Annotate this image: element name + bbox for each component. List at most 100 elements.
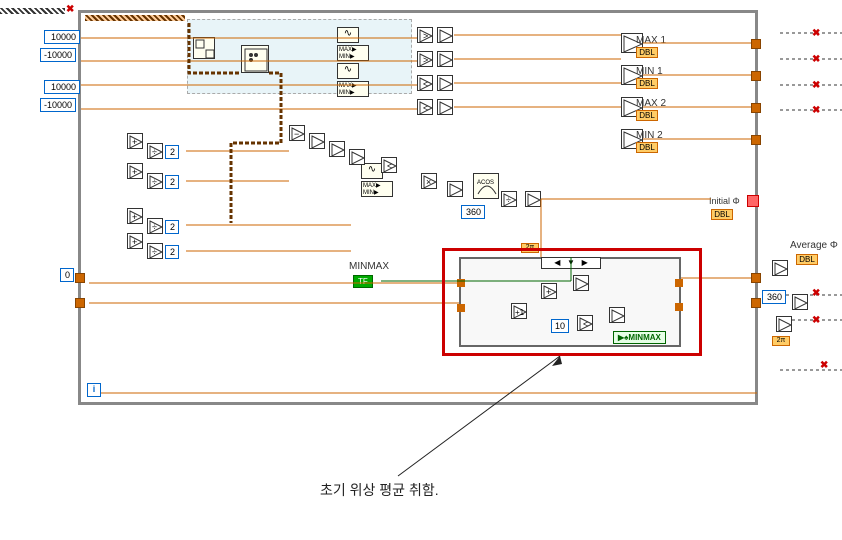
svg-text:÷: ÷	[152, 147, 157, 157]
svg-text:÷: ÷	[152, 247, 157, 257]
divide-node	[447, 181, 463, 197]
svg-text:ACOS: ACOS	[477, 180, 494, 186]
svg-text:+: +	[132, 137, 137, 147]
multiply-node: ×	[421, 173, 437, 189]
unbundle-block	[193, 37, 215, 59]
svg-text:+: +	[132, 167, 137, 177]
index-array-block	[241, 45, 269, 73]
dbl-indicator: DBL	[796, 254, 818, 265]
max-min-block: MAX▶MIN▶	[361, 181, 393, 197]
compare-node: <	[381, 157, 397, 173]
break-icon: ✖	[812, 105, 820, 116]
min1-label: MIN 1	[636, 66, 663, 77]
minmax-boolean-control[interactable]: TF	[353, 275, 373, 288]
divide-node	[792, 294, 808, 310]
compare-node: <	[417, 75, 433, 91]
subtract-node	[309, 133, 325, 149]
svg-text:÷: ÷	[152, 222, 157, 232]
arith-node	[776, 316, 792, 332]
divide-node: ÷	[147, 173, 163, 189]
max-min-block: MAX▶MIN▶	[337, 45, 369, 61]
break-icon: ✖	[812, 80, 820, 91]
sine-wave-icon: ∿	[337, 27, 359, 43]
break-icon: ✖	[812, 315, 820, 326]
shift-register	[75, 298, 85, 308]
svg-text:<: <	[387, 161, 392, 171]
svg-text:>: >	[423, 31, 428, 41]
constant-two: 2	[165, 220, 179, 234]
add-node: +	[127, 208, 143, 224]
average-phi-label: Average Φ	[790, 240, 838, 251]
compare-node: >	[417, 51, 433, 67]
annotation-arrow	[360, 356, 580, 486]
max2-label: MAX 2	[636, 98, 666, 109]
constant-two: 2	[165, 145, 179, 159]
hatch-strip	[0, 8, 65, 14]
compare-node	[437, 51, 453, 67]
dbl-indicator: DBL	[636, 110, 658, 121]
svg-text:+: +	[132, 237, 137, 247]
max1-label: MAX 1	[636, 35, 666, 46]
divide-node: ÷	[147, 243, 163, 259]
constant-10000: 10000	[44, 80, 80, 94]
stop-icon	[747, 195, 759, 207]
divide-node: ÷	[147, 218, 163, 234]
iteration-terminal: i	[87, 383, 101, 397]
constant-zero: 0	[60, 268, 74, 282]
tunnel	[751, 71, 761, 81]
sine-wave-icon: ∿	[337, 63, 359, 79]
subtract-node	[349, 149, 365, 165]
dbl-indicator: DBL	[636, 47, 658, 58]
constant-360: 360	[461, 205, 485, 219]
constant-two: 2	[165, 245, 179, 259]
divide-node: ÷	[501, 191, 517, 207]
add-node: +	[127, 233, 143, 249]
max-min-block: MAX▶MIN▶	[337, 81, 369, 97]
break-icon: ✖	[812, 28, 820, 39]
output-dashed-wires	[780, 0, 842, 420]
svg-text:÷: ÷	[506, 195, 511, 205]
dbl-indicator: DBL	[711, 209, 733, 220]
multiply-node	[525, 191, 541, 207]
highlight-annotation-box	[442, 248, 702, 356]
compare-node	[437, 75, 453, 91]
shift-register	[751, 298, 761, 308]
compare-node	[437, 27, 453, 43]
constant-neg10000: -10000	[40, 48, 76, 62]
svg-text:×: ×	[426, 177, 431, 187]
tunnel	[751, 39, 761, 49]
shift-register	[75, 273, 85, 283]
compare-node: >	[417, 27, 433, 43]
annotation-text: 초기 위상 평균 취함.	[320, 480, 439, 500]
compare-node: <	[417, 99, 433, 115]
svg-text:<: <	[423, 79, 428, 89]
constant-neg10000: -10000	[40, 98, 76, 112]
add-node: +	[127, 133, 143, 149]
min2-label: MIN 2	[636, 130, 663, 141]
break-icon: ✖	[812, 288, 820, 299]
shift-register	[751, 273, 761, 283]
tunnel	[751, 135, 761, 145]
dbl-indicator: DBL	[636, 142, 658, 153]
dbl-indicator: DBL	[636, 78, 658, 89]
pi-constant: 2π	[772, 336, 790, 346]
constant-360: 360	[762, 290, 786, 304]
break-icon: ✖	[812, 54, 820, 65]
divide-node: ÷	[147, 143, 163, 159]
cluster-wire	[85, 15, 185, 21]
svg-text:−: −	[294, 129, 299, 139]
break-icon: ✖	[66, 4, 74, 15]
svg-text:>: >	[423, 55, 428, 65]
break-icon: ✖	[820, 360, 828, 371]
divide-node	[329, 141, 345, 157]
minmax-label: MINMAX	[349, 261, 389, 272]
svg-text:<: <	[423, 103, 428, 113]
svg-text:÷: ÷	[152, 177, 157, 187]
acos-block: ACOS	[473, 173, 499, 199]
add-node: +	[127, 163, 143, 179]
tunnel	[751, 103, 761, 113]
constant-10000: 10000	[44, 30, 80, 44]
constant-two: 2	[165, 175, 179, 189]
initial-phi-label: Initial Φ	[709, 196, 740, 206]
svg-text:+: +	[132, 212, 137, 222]
